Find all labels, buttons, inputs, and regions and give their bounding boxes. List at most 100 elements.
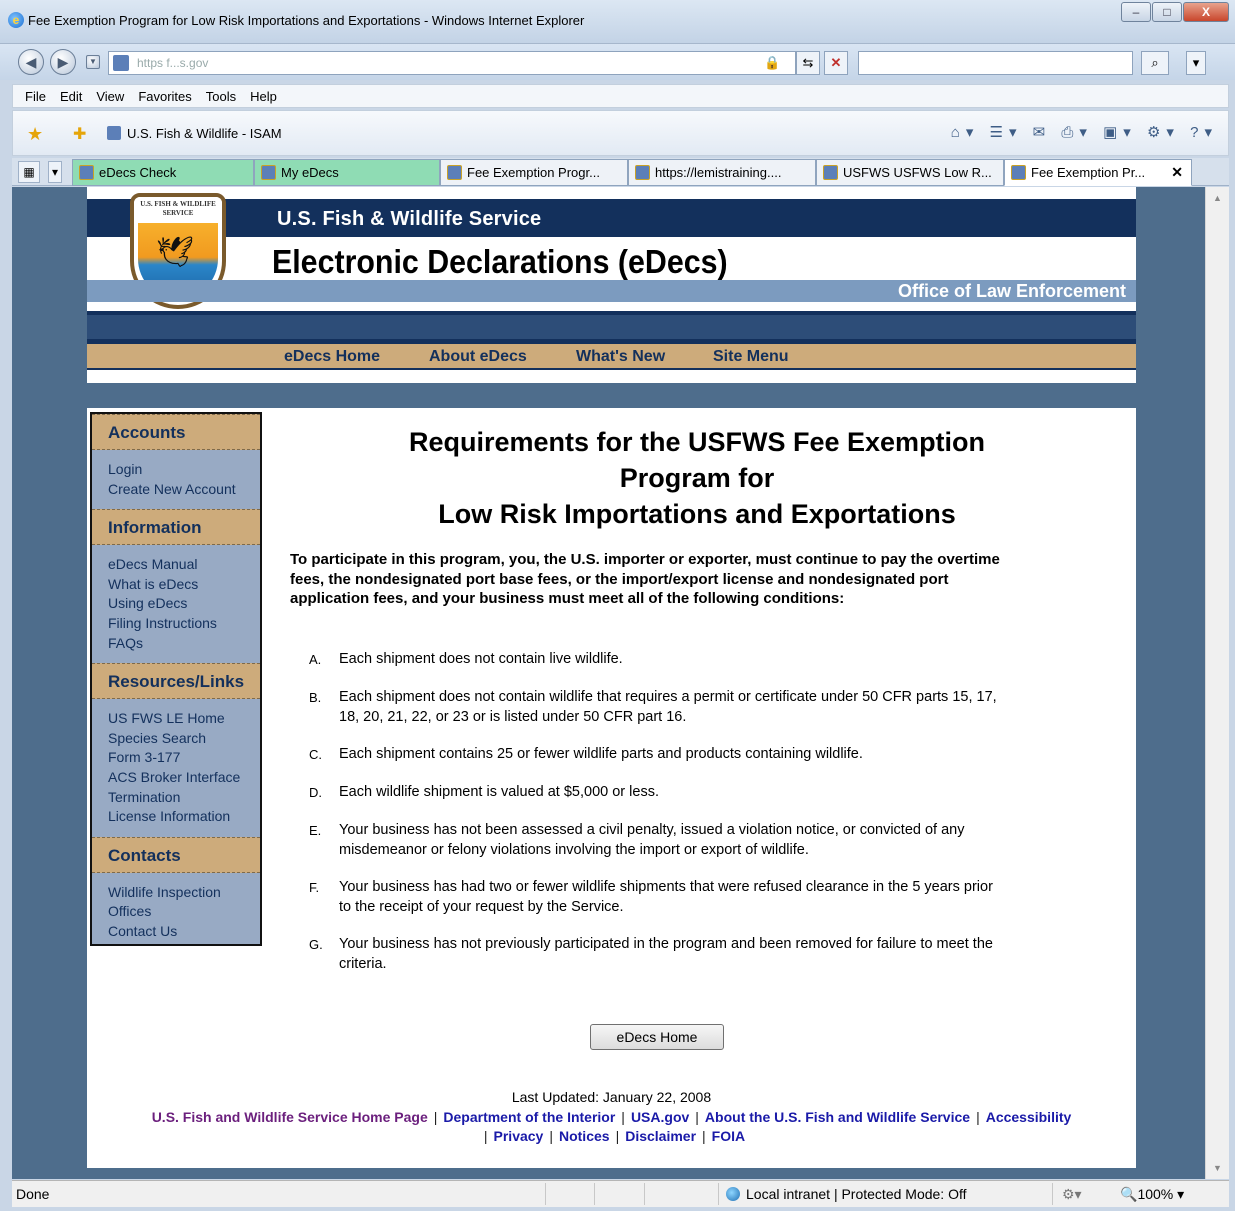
sidebar-link-species-search[interactable]: Species Search	[108, 729, 260, 749]
stop-icon: ✕	[830, 55, 842, 70]
footer-link-accessibility[interactable]: Accessibility	[986, 1109, 1072, 1125]
scroll-down-icon[interactable]: ▼	[1213, 1163, 1222, 1173]
banner-middle-band	[87, 315, 1136, 339]
favorite-link[interactable]: U.S. Fish & Wildlife - ISAM	[107, 126, 282, 141]
search-options-dropdown[interactable]: ▾	[1186, 51, 1206, 75]
add-favorite-icon[interactable]: ✚	[73, 124, 86, 144]
security-zone[interactable]: Local intranet | Protected Mode: Off	[726, 1186, 967, 1202]
sidebar-link-edecs-manual[interactable]: eDecs Manual	[108, 555, 260, 575]
security-lock-icon[interactable]: 🔒	[764, 55, 780, 71]
maximize-button[interactable]: □	[1152, 2, 1182, 22]
footer-link-about-fws[interactable]: About the U.S. Fish and Wildlife Service	[705, 1109, 970, 1125]
stop-button[interactable]: ✕	[824, 51, 848, 75]
tab-bar: ▦ ▾ eDecs Check My eDecs Fee Exemption P…	[12, 158, 1229, 186]
forward-button[interactable]: ▶	[50, 49, 76, 75]
zoom-level[interactable]: 🔍100% ▾	[1120, 1186, 1184, 1203]
footer-link-privacy[interactable]: Privacy	[494, 1128, 544, 1144]
refresh-button[interactable]: ⇆	[796, 51, 820, 75]
sidebar-link-login[interactable]: Login	[108, 460, 260, 480]
address-toolbar: ◀ ▶ ▼ https f...s.gov 🔒 ⇆ ✕ ⌕ ▾	[0, 44, 1235, 80]
page-title-line-1: Requirements for the USFWS Fee Exemption	[408, 427, 986, 457]
requirement-item: A. Each shipment does not contain live wi…	[307, 650, 1007, 670]
back-button[interactable]: ◀	[18, 49, 44, 75]
sidebar-link-acs-broker[interactable]: ACS Broker Interface	[108, 768, 260, 788]
status-bar: Done Local intranet | Protected Mode: Of…	[12, 1180, 1229, 1207]
favorites-center-icon[interactable]: ★	[27, 124, 43, 145]
tab-fee-exemption-active[interactable]: Fee Exemption Pr... ✕	[1004, 159, 1192, 186]
footer-link-disclaimer[interactable]: Disclaimer	[625, 1128, 696, 1144]
edecs-home-button[interactable]: eDecs Home	[590, 1024, 724, 1050]
protected-mode-icon[interactable]: ⚙▾	[1062, 1186, 1082, 1203]
search-button[interactable]: ⌕	[1141, 51, 1169, 75]
command-bar[interactable]: ⌂▾ ☰▾ ✉ ⎙▾ ▣▾ ⚙▾ ?▾	[951, 123, 1218, 141]
footer-separator: |	[615, 1128, 620, 1144]
nav-site-menu[interactable]: Site Menu	[713, 348, 789, 366]
tab-fee-exemption-1[interactable]: Fee Exemption Progr...	[440, 159, 628, 186]
sidebar-link-offices[interactable]: Offices	[108, 902, 260, 922]
status-divider	[545, 1183, 546, 1205]
footer-link-usa-gov[interactable]: USA.gov	[631, 1109, 689, 1125]
footer-link-notices[interactable]: Notices	[559, 1128, 610, 1144]
nav-edecs-home[interactable]: eDecs Home	[284, 348, 380, 366]
nav-whats-new[interactable]: What's New	[576, 348, 665, 366]
footer-link-foia[interactable]: FOIA	[712, 1128, 745, 1144]
top-navigation: eDecs Home About eDecs What's New Site M…	[87, 344, 1136, 370]
tab-my-edecs[interactable]: My eDecs	[254, 159, 440, 186]
last-updated: Last Updated: January 22, 2008	[511, 1089, 712, 1105]
refresh-icon: ⇆	[802, 55, 814, 70]
sidebar-link-license-information[interactable]: License Information	[108, 807, 260, 827]
intranet-globe-icon	[726, 1187, 740, 1201]
favorite-link-label: U.S. Fish & Wildlife - ISAM	[127, 126, 282, 141]
close-window-button[interactable]: X	[1183, 2, 1229, 22]
tab-label: eDecs Check	[99, 165, 177, 180]
requirement-text: Each shipment does not contain live wild…	[339, 651, 623, 667]
agency-name: U.S. Fish & Wildlife Service	[277, 208, 542, 230]
tab-favicon-icon	[261, 165, 276, 180]
fws-favicon-icon	[107, 126, 121, 140]
sidebar-link-form-3-177[interactable]: Form 3-177	[108, 748, 260, 768]
close-tab-icon[interactable]: ✕	[1171, 160, 1183, 185]
menu-view[interactable]: View	[96, 89, 124, 104]
tab-list-dropdown[interactable]: ▾	[48, 161, 62, 183]
tab-lemistraining[interactable]: https://lemistraining....	[628, 159, 816, 186]
address-field[interactable]: https f...s.gov 🔒	[108, 51, 796, 75]
status-divider	[1052, 1183, 1053, 1205]
menu-help[interactable]: Help	[250, 89, 277, 104]
footer-separator: |	[483, 1128, 488, 1144]
minimize-button[interactable]: –	[1121, 2, 1151, 22]
sidebar-link-create-account[interactable]: Create New Account	[108, 480, 260, 500]
requirement-letter: C.	[309, 747, 322, 762]
search-input[interactable]	[858, 51, 1133, 75]
tab-favicon-icon	[1011, 165, 1026, 180]
sidebar-link-using-edecs[interactable]: Using eDecs	[108, 594, 260, 614]
nav-about-edecs[interactable]: About eDecs	[429, 348, 527, 366]
address-url: https f...s.gov	[137, 56, 209, 70]
tab-favicon-icon	[823, 165, 838, 180]
footer-link-doi[interactable]: Department of the Interior	[443, 1109, 615, 1125]
sidebar-link-fws-le-home[interactable]: US FWS LE Home	[108, 709, 260, 729]
status-divider	[644, 1183, 645, 1205]
tab-label: USFWS USFWS Low R...	[843, 165, 992, 180]
banner-top-band	[87, 199, 1136, 237]
vertical-scrollbar[interactable]: ▲ ▼	[1205, 187, 1229, 1179]
menu-edit[interactable]: Edit	[60, 89, 82, 104]
sidebar-link-wildlife-inspection[interactable]: Wildlife Inspection	[108, 883, 260, 903]
footer-link-fws-home[interactable]: U.S. Fish and Wildlife Service Home Page	[152, 1109, 428, 1125]
recent-pages-dropdown[interactable]: ▼	[86, 55, 100, 69]
tab-usfws-low-risk[interactable]: USFWS USFWS Low R...	[816, 159, 1004, 186]
site-banner: U.S. FISH & WILDLIFE SERVICE 🕊 U.S. Fish…	[87, 187, 1136, 383]
sidebar-link-termination[interactable]: Termination	[108, 788, 260, 808]
sidebar-link-what-is-edecs[interactable]: What is eDecs	[108, 575, 260, 595]
sidebar-link-contact-us[interactable]: Contact Us	[108, 922, 260, 942]
requirement-item: E. Your business has not been assessed a …	[307, 821, 1007, 860]
quick-tabs-button[interactable]: ▦	[18, 161, 40, 183]
sidebar-link-faqs[interactable]: FAQs	[108, 634, 260, 654]
scroll-up-icon[interactable]: ▲	[1213, 193, 1222, 203]
menu-file[interactable]: File	[25, 89, 46, 104]
sidebar-link-filing-instructions[interactable]: Filing Instructions	[108, 614, 260, 634]
requirement-text: Each shipment does not contain wildlife …	[339, 689, 997, 725]
menu-tools[interactable]: Tools	[206, 89, 236, 104]
menu-favorites[interactable]: Favorites	[138, 89, 191, 104]
requirement-item: D. Each wildlife shipment is valued at $5…	[307, 783, 1007, 803]
tab-edecs-check[interactable]: eDecs Check	[72, 159, 254, 186]
